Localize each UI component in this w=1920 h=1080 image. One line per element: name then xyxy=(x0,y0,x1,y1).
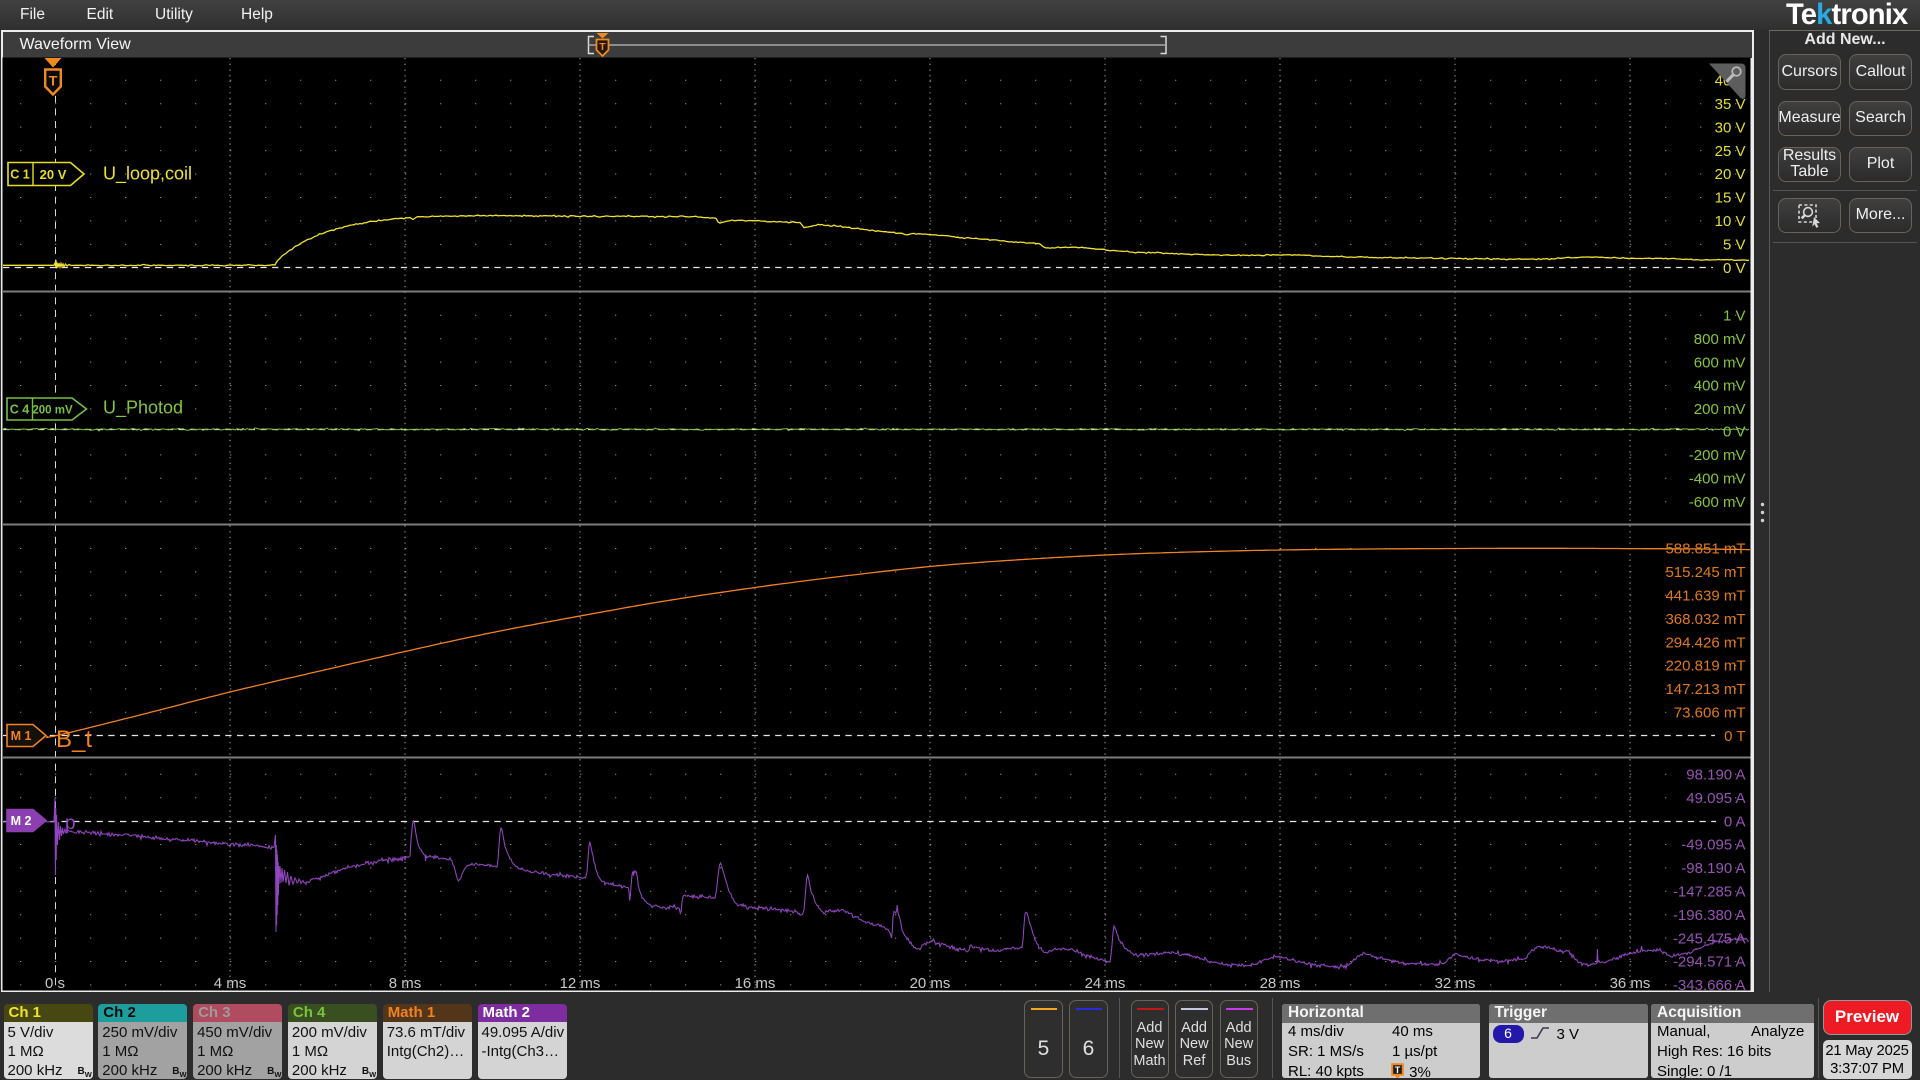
svg-text:0 A: 0 A xyxy=(1724,813,1746,830)
svg-text:24 ms: 24 ms xyxy=(1085,975,1126,992)
svg-text:200 mV: 200 mV xyxy=(1694,401,1746,418)
svg-text:98.190 A: 98.190 A xyxy=(1686,767,1745,784)
svg-text:-294.571 A: -294.571 A xyxy=(1673,954,1746,971)
svg-text:-600 mV: -600 mV xyxy=(1689,494,1746,511)
svg-text:20 V: 20 V xyxy=(1715,166,1746,183)
svg-text:800 mV: 800 mV xyxy=(1694,331,1746,348)
svg-text:441.639 mT: 441.639 mT xyxy=(1665,588,1745,605)
svg-text:32 ms: 32 ms xyxy=(1435,975,1476,992)
svg-text:294.426 mT: 294.426 mT xyxy=(1665,634,1745,651)
svg-text:-343.666 A: -343.666 A xyxy=(1673,977,1746,994)
svg-text:147.213 mT: 147.213 mT xyxy=(1665,681,1745,698)
svg-text:35 V: 35 V xyxy=(1715,96,1746,113)
svg-text:25 V: 25 V xyxy=(1715,143,1746,160)
svg-text:0 V: 0 V xyxy=(1723,424,1746,441)
svg-text:600 mV: 600 mV xyxy=(1694,354,1746,371)
svg-text:1 V: 1 V xyxy=(1723,308,1746,325)
svg-text:C 4: C 4 xyxy=(10,403,30,417)
svg-text:-200 mV: -200 mV xyxy=(1689,447,1746,464)
svg-text:-245.475 A: -245.475 A xyxy=(1673,930,1746,947)
svg-text:p: p xyxy=(65,813,76,834)
svg-text:49.095 A: 49.095 A xyxy=(1686,790,1745,807)
svg-text:28 ms: 28 ms xyxy=(1260,975,1301,992)
svg-text:-147.285 A: -147.285 A xyxy=(1673,884,1746,901)
svg-text:20 ms: 20 ms xyxy=(910,975,951,992)
svg-text:-400 mV: -400 mV xyxy=(1689,471,1746,488)
svg-text:16 ms: 16 ms xyxy=(735,975,776,992)
svg-text:220.819 mT: 220.819 mT xyxy=(1665,658,1745,675)
svg-text:T: T xyxy=(599,41,606,53)
svg-text:200 mV: 200 mV xyxy=(32,405,73,417)
svg-text:515.245 mT: 515.245 mT xyxy=(1665,564,1745,581)
svg-text:-98.190 A: -98.190 A xyxy=(1681,860,1745,877)
svg-text:368.032 mT: 368.032 mT xyxy=(1665,611,1745,628)
svg-text:73.606 mT: 73.606 mT xyxy=(1674,705,1746,722)
svg-text:T: T xyxy=(1395,1065,1401,1075)
svg-text:36 ms: 36 ms xyxy=(1610,975,1651,992)
svg-text:T: T xyxy=(49,73,58,89)
svg-text:0 T: 0 T xyxy=(1724,728,1745,745)
svg-text:C 1: C 1 xyxy=(10,168,30,182)
svg-text:588.851 mT: 588.851 mT xyxy=(1665,541,1745,558)
svg-text:30 V: 30 V xyxy=(1715,119,1746,136)
svg-text:5 V: 5 V xyxy=(1723,237,1746,254)
svg-text:4 ms: 4 ms xyxy=(214,975,247,992)
svg-text:400 mV: 400 mV xyxy=(1694,378,1746,395)
svg-text:B_t: B_t xyxy=(56,726,92,753)
svg-text:M 2: M 2 xyxy=(11,814,32,828)
svg-text:-196.380 A: -196.380 A xyxy=(1673,907,1746,924)
svg-text:0 V: 0 V xyxy=(1723,260,1746,277)
svg-text:20 V: 20 V xyxy=(40,167,67,182)
svg-text:8 ms: 8 ms xyxy=(389,975,422,992)
svg-text:U_Photod: U_Photod xyxy=(103,398,183,419)
svg-text:15 V: 15 V xyxy=(1715,190,1746,207)
svg-text:-49.095 A: -49.095 A xyxy=(1681,837,1745,854)
svg-text:0 s: 0 s xyxy=(45,975,65,992)
svg-text:12 ms: 12 ms xyxy=(560,975,601,992)
svg-text:M 1: M 1 xyxy=(11,729,32,743)
svg-text:U_loop,coil: U_loop,coil xyxy=(103,164,192,185)
svg-text:10 V: 10 V xyxy=(1715,213,1746,230)
